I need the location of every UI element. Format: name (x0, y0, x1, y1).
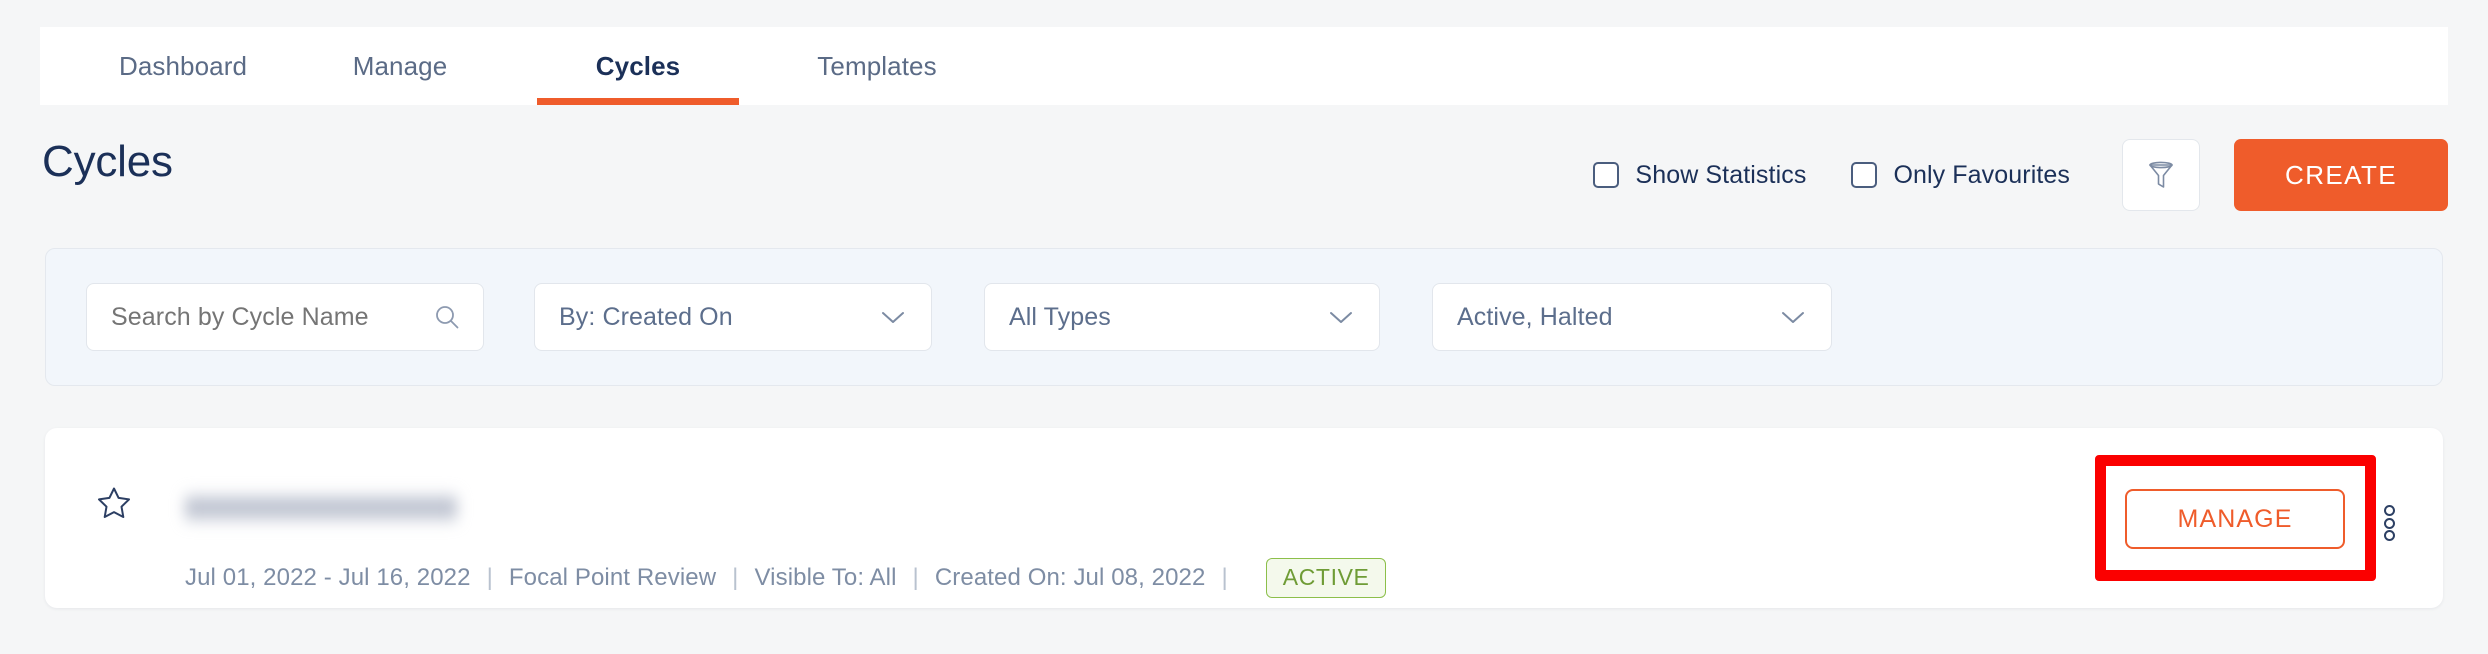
cycle-created-on: Created On: Jul 08, 2022 (934, 564, 1206, 591)
cycle-type: Focal Point Review (508, 564, 717, 591)
types-dropdown[interactable]: All Types (984, 283, 1380, 351)
tab-templates[interactable]: Templates (797, 27, 957, 105)
create-button[interactable]: CREATE (2234, 139, 2448, 211)
checkbox-only-favourites-box[interactable] (1851, 162, 1878, 188)
active-tab-indicator (537, 98, 739, 105)
header-controls: Show Statistics Only Favourites CREATE (1593, 120, 2448, 230)
metadata-separator: | (732, 564, 739, 591)
filter-button[interactable] (2122, 139, 2200, 211)
sort-by-value: By: Created On (559, 302, 733, 331)
status-dropdown[interactable]: Active, Halted (1432, 283, 1832, 351)
tab-manage-label: Manage (352, 50, 448, 81)
search-input[interactable] (111, 302, 433, 332)
checkbox-show-statistics[interactable]: Show Statistics (1593, 161, 1806, 190)
status-value: Active, Halted (1457, 302, 1613, 331)
search-icon[interactable] (433, 303, 461, 331)
cycle-name (185, 490, 457, 526)
checkbox-show-statistics-label: Show Statistics (1635, 160, 1807, 189)
tab-dashboard[interactable]: Dashboard (98, 27, 268, 105)
checkbox-only-favourites-label: Only Favourites (1893, 160, 2070, 189)
types-value: All Types (1009, 302, 1111, 331)
metadata-separator: | (1221, 564, 1228, 591)
status-badge: ACTIVE (1265, 558, 1387, 598)
filter-bar: By: Created On All Types Active, Halted (45, 248, 2443, 386)
chevron-down-icon[interactable] (1327, 308, 1355, 326)
cycle-visible-to: Visible To: All (754, 564, 897, 591)
manage-button[interactable]: MANAGE (2125, 489, 2345, 549)
tab-cycles[interactable]: Cycles (537, 27, 739, 105)
chevron-down-icon[interactable] (1779, 308, 1807, 326)
sort-by-dropdown[interactable]: By: Created On (534, 283, 932, 351)
search-input-wrapper[interactable] (86, 283, 484, 351)
top-navigation-bar: Dashboard Manage Cycles Templates (40, 27, 2448, 105)
metadata-separator: | (912, 564, 919, 591)
cycle-date-range: Jul 01, 2022 - Jul 16, 2022 (185, 564, 471, 591)
cycle-list-item[interactable]: Jul 01, 2022 - Jul 16, 2022 | Focal Poin… (45, 428, 2443, 608)
page-header: Cycles Show Statistics Only Favourites C… (0, 120, 2488, 230)
tab-manage[interactable]: Manage (335, 27, 465, 105)
kebab-dot (2383, 530, 2395, 541)
kebab-dot (2383, 517, 2395, 529)
chevron-down-icon[interactable] (879, 308, 907, 326)
favourite-star-icon[interactable] (97, 486, 131, 524)
cycles-page: Dashboard Manage Cycles Templates Cycles… (0, 0, 2488, 654)
kebab-dot (2383, 505, 2395, 516)
funnel-icon (2149, 161, 2173, 188)
page-title: Cycles (42, 137, 173, 186)
tab-dashboard-label: Dashboard (118, 50, 248, 81)
checkbox-only-favourites[interactable]: Only Favourites (1851, 161, 2070, 190)
checkbox-show-statistics-box[interactable] (1593, 162, 1620, 188)
tab-cycles-label: Cycles (595, 50, 681, 81)
more-vertical-icon[interactable] (2381, 505, 2397, 541)
metadata-separator: | (486, 564, 493, 591)
cycle-metadata: Jul 01, 2022 - Jul 16, 2022 | Focal Poin… (185, 558, 1387, 598)
tab-templates-label: Templates (817, 50, 937, 81)
